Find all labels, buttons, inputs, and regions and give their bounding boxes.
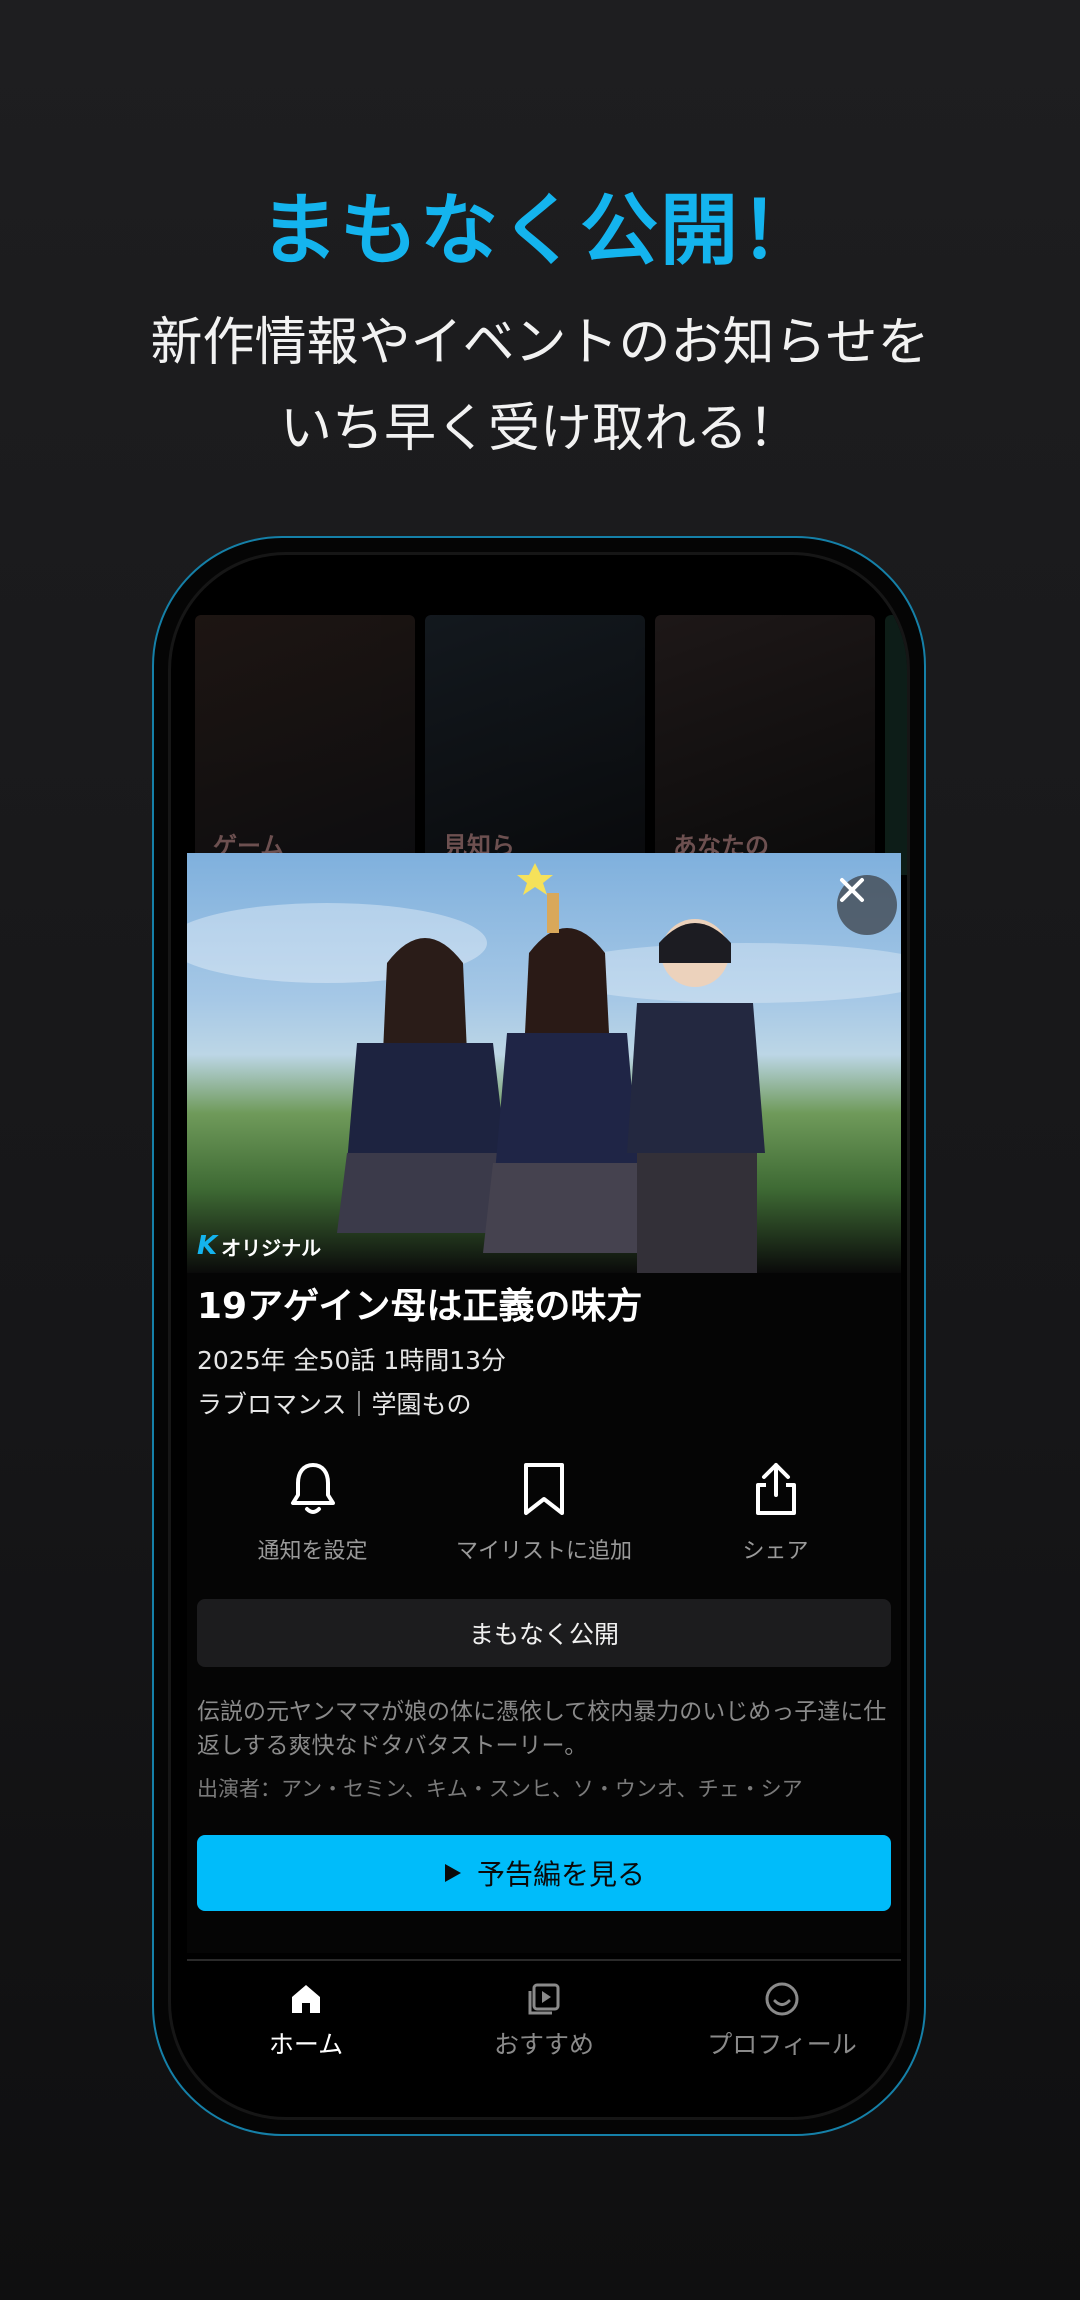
bottom-tab-bar: ホーム おすすめ プロフィール [187, 1981, 901, 2091]
add-mylist-label: マイリストに追加 [455, 1539, 632, 1564]
background-thumbnail: 見知ら [425, 615, 645, 875]
background-thumbnail [885, 615, 907, 875]
share-icon [755, 1463, 796, 1515]
coming-soon-button[interactable]: まもなく公開 [197, 1599, 891, 1667]
original-badge-label: オリジナル [221, 1235, 322, 1260]
watch-trailer-button[interactable]: 予告編を見る [197, 1835, 891, 1911]
profile-icon [765, 1982, 799, 2016]
show-description: 伝説の元ヤンママが娘の体に憑依して校内暴力のいじめっ子達に仕返しする爽快なドタバ… [197, 1699, 887, 1759]
tab-profile[interactable]: プロフィール [663, 1981, 901, 2091]
recommend-icon [528, 1983, 560, 2015]
original-badge: K オリジナル [197, 1231, 321, 1261]
promo-subtitle-line2: いち早く受け取れる！ [279, 399, 800, 459]
tab-home[interactable]: ホーム [187, 1981, 425, 2091]
tab-home-label: ホーム [268, 2030, 344, 2059]
tab-recommend-label: おすすめ [493, 2030, 594, 2059]
hero-image: K オリジナル [187, 853, 901, 1273]
phone-frame: ゲーム 見知ら あなたの K オリジナル 19アゲイン母は正義の味方 2025年… [152, 536, 926, 2136]
tab-recommend[interactable]: おすすめ [425, 1981, 663, 2091]
action-row: 通知を設定 マイリストに追加 シェア [197, 1461, 891, 1581]
notify-label: 通知を設定 [257, 1539, 368, 1564]
tab-profile-label: プロフィール [707, 2030, 857, 2059]
bell-icon [290, 1463, 335, 1514]
show-cast: 出演者：アン・セミン、キム・スンヒ、ソ・ウンオ、チェ・シア [197, 1777, 803, 1801]
background-thumbnail: あなたの [655, 615, 875, 875]
watch-trailer-label: 予告編を見る [476, 1858, 645, 1891]
background-thumbnail: ゲーム [195, 615, 415, 875]
close-icon [840, 878, 864, 902]
phone-screen: ゲーム 見知ら あなたの K オリジナル 19アゲイン母は正義の味方 2025年… [168, 552, 910, 2120]
detail-modal: K オリジナル 19アゲイン母は正義の味方 2025年 全50話 1時間13分 … [187, 853, 901, 1953]
play-icon [444, 1864, 461, 1882]
hero-illustration [187, 863, 901, 1273]
home-icon [292, 1985, 320, 2013]
show-genre: ラブロマンス｜学園もの [197, 1390, 472, 1419]
share-label: シェア [742, 1539, 809, 1564]
show-title: 19アゲイン母は正義の味方 [197, 1286, 643, 1327]
promo-title: まもなく公開！ [259, 186, 820, 276]
bookmark-icon [524, 1463, 564, 1515]
promo-subtitle: 新作情報やイベントのお知らせを いち早く受け取れる！ [0, 300, 1080, 472]
promo-subtitle-line1: 新作情報やイベントのお知らせを [150, 313, 930, 373]
tabbar-divider [187, 1959, 901, 1961]
add-mylist-button[interactable]: マイリストに追加 [429, 1461, 660, 1581]
notify-button[interactable]: 通知を設定 [197, 1461, 428, 1581]
brand-logo-icon: K [197, 1231, 218, 1261]
share-button[interactable]: シェア [660, 1461, 891, 1581]
background-content-row: ゲーム 見知ら あなたの [195, 615, 907, 875]
close-button[interactable] [837, 875, 897, 935]
show-meta: 2025年 全50話 1時間13分 [197, 1346, 507, 1375]
